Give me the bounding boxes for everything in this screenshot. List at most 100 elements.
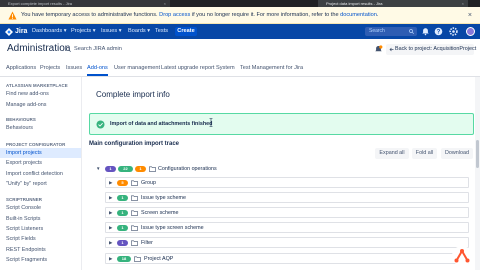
sidebar-item-script-listeners[interactable]: Script Listeners <box>0 224 81 234</box>
nav-issues[interactable]: Issues ▾ <box>101 24 122 39</box>
tab-test-management[interactable]: Test Management for Jira <box>240 60 303 76</box>
sidebar-item-rest-endpoints[interactable]: REST Endpoints <box>0 245 81 255</box>
arrow-left-icon <box>389 47 394 52</box>
tab-user-management[interactable]: User management <box>114 60 160 76</box>
folder-icon <box>149 166 156 172</box>
sidebar-heading-marketplace: ATLASSIAN MARKETPLACE <box>6 83 68 88</box>
create-button[interactable]: Create <box>175 27 197 36</box>
success-message-text: Import of data and attachments finished <box>110 121 213 127</box>
browser-tab-active[interactable]: Project data import results - Jira × <box>318 0 468 7</box>
tab-add-ons[interactable]: Add-ons <box>87 60 108 76</box>
sidebar-item-find-new-add-ons[interactable]: Find new add-ons <box>0 89 81 99</box>
count-badge: 1 <box>117 240 128 246</box>
main-title: Complete import info <box>96 90 170 99</box>
tab-applications[interactable]: Applications <box>6 60 36 76</box>
page-title: Administration <box>7 43 71 54</box>
text-cursor-icon <box>209 118 213 127</box>
tree-row[interactable]: ▶ 5 Group <box>105 177 469 188</box>
tree-row[interactable]: ▶ 1 Issue type screen scheme <box>105 222 469 233</box>
tree-row-label: Screen scheme <box>141 210 179 216</box>
caret-right-icon[interactable]: ▶ <box>109 208 112 218</box>
caret-right-icon[interactable]: ▶ <box>109 238 112 248</box>
drop-access-link[interactable]: Drop access <box>159 12 190 18</box>
sidebar-item-behaviours[interactable]: Behaviours <box>0 123 81 133</box>
expand-all-button[interactable]: Expand all <box>375 148 409 159</box>
tree-row-label: Project AQP <box>144 256 174 262</box>
scrollbar-track[interactable] <box>475 77 480 270</box>
sidebar-item-script-console[interactable]: Script Console <box>0 203 81 213</box>
close-icon[interactable]: × <box>462 0 464 7</box>
caret-right-icon[interactable]: ▶ <box>109 178 112 188</box>
tree-row[interactable]: ▶ 1 Filter <box>105 237 469 248</box>
fold-all-button[interactable]: Fold all <box>412 148 437 159</box>
browser-tab-title: Export complete import results - Jira <box>8 1 73 6</box>
admin-sidebar: ATLASSIAN MARKETPLACE Find new add-ons M… <box>0 77 82 270</box>
close-icon[interactable]: × <box>164 0 166 7</box>
jira-logo[interactable]: Jira <box>5 27 27 36</box>
admin-access-banner: You have temporary access to administrat… <box>0 7 480 24</box>
count-badge: 1 <box>135 166 146 172</box>
tree-row[interactable]: ▶ 1 Screen scheme <box>105 207 469 218</box>
nav-projects[interactable]: Projects ▾ <box>71 24 96 39</box>
banner-text: You have temporary access to administrat… <box>21 12 158 18</box>
warning-icon <box>8 11 17 20</box>
banner-text-2: if you no longer require it. For more in… <box>191 12 339 18</box>
notifications-icon[interactable] <box>421 27 430 36</box>
trace-title: Main configuration import trace <box>89 141 180 147</box>
sidebar-item-script-fragments[interactable]: Script Fragments <box>0 255 81 265</box>
count-badge: 1 <box>117 210 128 216</box>
admin-search-label: Search JIRA admin <box>74 46 122 52</box>
tab-projects[interactable]: Projects <box>40 60 60 76</box>
sidebar-item-export-projects[interactable]: Export projects <box>0 158 81 168</box>
help-widget-icon[interactable] <box>452 246 472 266</box>
tree-row[interactable]: ▶ 1 Issue type scheme <box>105 192 469 203</box>
logo-text: Jira <box>15 28 28 35</box>
settings-icon[interactable] <box>449 27 458 36</box>
tree-row-label: Group <box>141 180 156 186</box>
tab-system[interactable]: System <box>216 60 235 76</box>
nav-boards[interactable]: Boards ▾ <box>128 24 150 39</box>
tree-row-label: Issue type scheme <box>141 195 186 201</box>
avatar[interactable] <box>466 27 475 36</box>
sidebar-item-used-by-report[interactable]: "Unify" by" report <box>0 179 81 189</box>
back-to-project-button[interactable]: Back to project: AcquisitionProject <box>386 44 476 55</box>
count-badge: 5 <box>117 180 128 186</box>
caret-down-icon[interactable]: ▼ <box>96 164 100 174</box>
banner-text-end: . <box>376 12 379 18</box>
browser-tab-title: Project data import results - Jira <box>326 1 383 6</box>
sidebar-heading-project-configurator: PROJECT CONFIGURATOR <box>6 142 66 147</box>
sidebar-item-import-conflict-detection[interactable]: Import conflict detection <box>0 169 81 179</box>
tree-row-label: Issue type screen scheme <box>141 225 204 231</box>
caret-right-icon[interactable]: ▶ <box>109 193 112 203</box>
help-icon[interactable]: ? <box>434 27 443 36</box>
count-badge: 1 <box>105 166 116 172</box>
sidebar-item-built-in-scripts[interactable]: Built-in Scripts <box>0 214 81 224</box>
caret-right-icon[interactable]: ▶ <box>109 223 112 233</box>
tree-row[interactable]: ▶ 18 Project AQP <box>105 253 469 264</box>
admin-search-link[interactable]: Search JIRA admin <box>66 44 186 55</box>
jira-logo-icon <box>5 27 13 36</box>
documentation-link[interactable]: documentation <box>340 12 377 18</box>
download-button[interactable]: Download <box>441 148 473 159</box>
tree-root-label: Configuration operations <box>158 166 217 172</box>
search-icon <box>66 47 71 52</box>
browser-tab-strip: Export complete import results - Jira × P… <box>0 0 480 7</box>
tab-latest-upgrade-report[interactable]: Latest upgrade report <box>161 60 215 76</box>
sidebar-heading-behaviours: BEHAVIOURS <box>6 117 36 122</box>
nav-tests[interactable]: Tests <box>155 24 168 39</box>
sidebar-item-manage-add-ons[interactable]: Manage add-ons <box>0 100 81 110</box>
sidebar-item-script-fields[interactable]: Script Fields <box>0 234 81 244</box>
tab-issues[interactable]: Issues <box>66 60 82 76</box>
sidebar-item-import-projects[interactable]: Import projects <box>0 148 81 158</box>
scrollbar-thumb[interactable] <box>476 140 479 168</box>
folder-icon <box>134 256 141 262</box>
folder-icon <box>131 210 138 216</box>
close-icon[interactable]: × <box>468 7 472 24</box>
search-input[interactable]: Search <box>365 27 417 36</box>
search-icon <box>409 29 414 34</box>
count-badge: 18 <box>117 256 131 262</box>
notification-bell-icon[interactable] <box>374 45 383 54</box>
caret-right-icon[interactable]: ▶ <box>109 254 112 264</box>
browser-tab[interactable]: Export complete import results - Jira × <box>0 0 170 7</box>
nav-dashboards[interactable]: Dashboards ▾ <box>32 24 67 39</box>
